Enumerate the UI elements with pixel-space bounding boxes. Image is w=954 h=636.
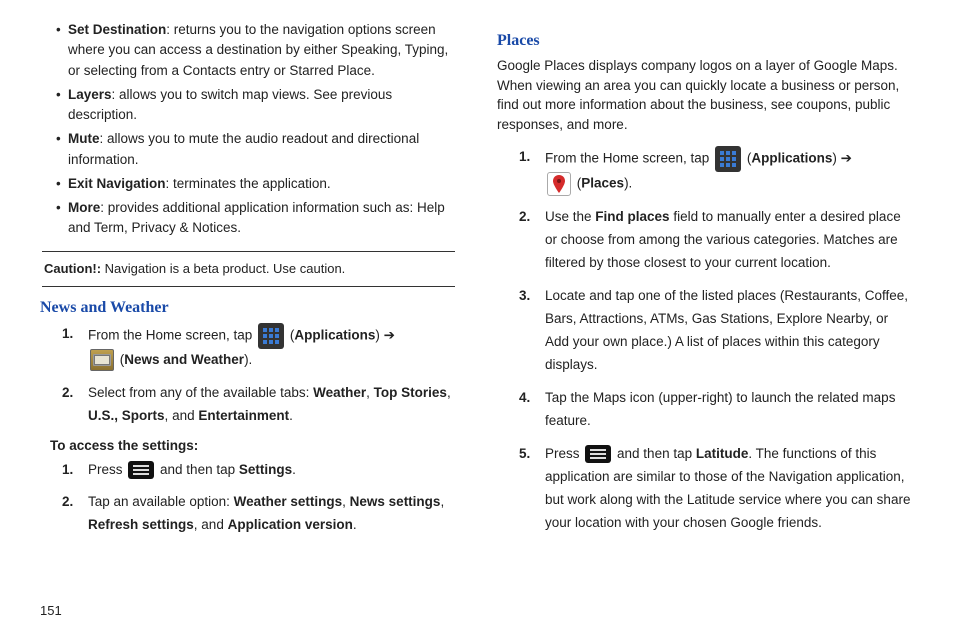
step-4: Tap the Maps icon (upper-right) to launc…	[541, 387, 914, 433]
bullet-layers: Layers: allows you to switch map views. …	[58, 85, 457, 126]
step-5: Press and then tap Latitude. The functio…	[541, 443, 914, 535]
text: (Applications) ➔	[290, 327, 395, 342]
left-column: Set Destination: returns you to the navi…	[40, 20, 457, 547]
text: From the Home screen, tap	[88, 327, 256, 342]
step-2: Select from any of the available tabs: W…	[84, 382, 457, 428]
applications-icon	[715, 146, 741, 172]
section-news-weather: News and Weather	[40, 299, 457, 317]
places-pin-icon	[547, 172, 571, 196]
bullet-more: More: provides additional application in…	[58, 198, 457, 239]
text: (Places).	[577, 176, 633, 191]
text: (Applications) ➔	[747, 151, 852, 166]
places-intro: Google Places displays company logos on …	[497, 56, 914, 134]
caution-note: Caution!: Navigation is a beta product. …	[40, 260, 457, 278]
text: and then tap	[617, 446, 696, 461]
bullet-mute: Mute: allows you to mute the audio reado…	[58, 129, 457, 170]
right-column: Places Google Places displays company lo…	[497, 20, 914, 547]
text: Press	[545, 446, 583, 461]
step-1: Press and then tap Settings.	[84, 459, 457, 482]
places-steps: From the Home screen, tap (Applications)…	[497, 146, 914, 534]
subhead-access-settings: To access the settings:	[50, 438, 457, 453]
step-3: Locate and tap one of the listed places …	[541, 285, 914, 377]
step-2: Use the Find places field to manually en…	[541, 206, 914, 275]
step-1: From the Home screen, tap (Applications)…	[84, 323, 457, 372]
text: Select from any of the available tabs:	[88, 385, 313, 400]
divider	[42, 251, 455, 252]
menu-icon	[128, 461, 154, 479]
step-1: From the Home screen, tap (Applications)…	[541, 146, 914, 196]
text: Press	[88, 462, 126, 477]
news-steps: From the Home screen, tap (Applications)…	[40, 323, 457, 428]
text: (News and Weather).	[120, 352, 253, 367]
page-number: 151	[40, 603, 62, 618]
settings-steps: Press and then tap Settings. Tap an avai…	[40, 459, 457, 538]
bullet-set-destination: Set Destination: returns you to the navi…	[58, 20, 457, 81]
section-places: Places	[497, 32, 914, 50]
step-2: Tap an available option: Weather setting…	[84, 491, 457, 537]
text: Tap an available option:	[88, 494, 234, 509]
nav-options-list: Set Destination: returns you to the navi…	[58, 20, 457, 239]
news-weather-icon	[90, 349, 114, 371]
text: Use the	[545, 209, 595, 224]
divider	[42, 286, 455, 287]
menu-icon	[585, 445, 611, 463]
text: From the Home screen, tap	[545, 151, 713, 166]
applications-icon	[258, 323, 284, 349]
text: and then tap	[160, 462, 239, 477]
bullet-exit-navigation: Exit Navigation: terminates the applicat…	[58, 174, 457, 194]
